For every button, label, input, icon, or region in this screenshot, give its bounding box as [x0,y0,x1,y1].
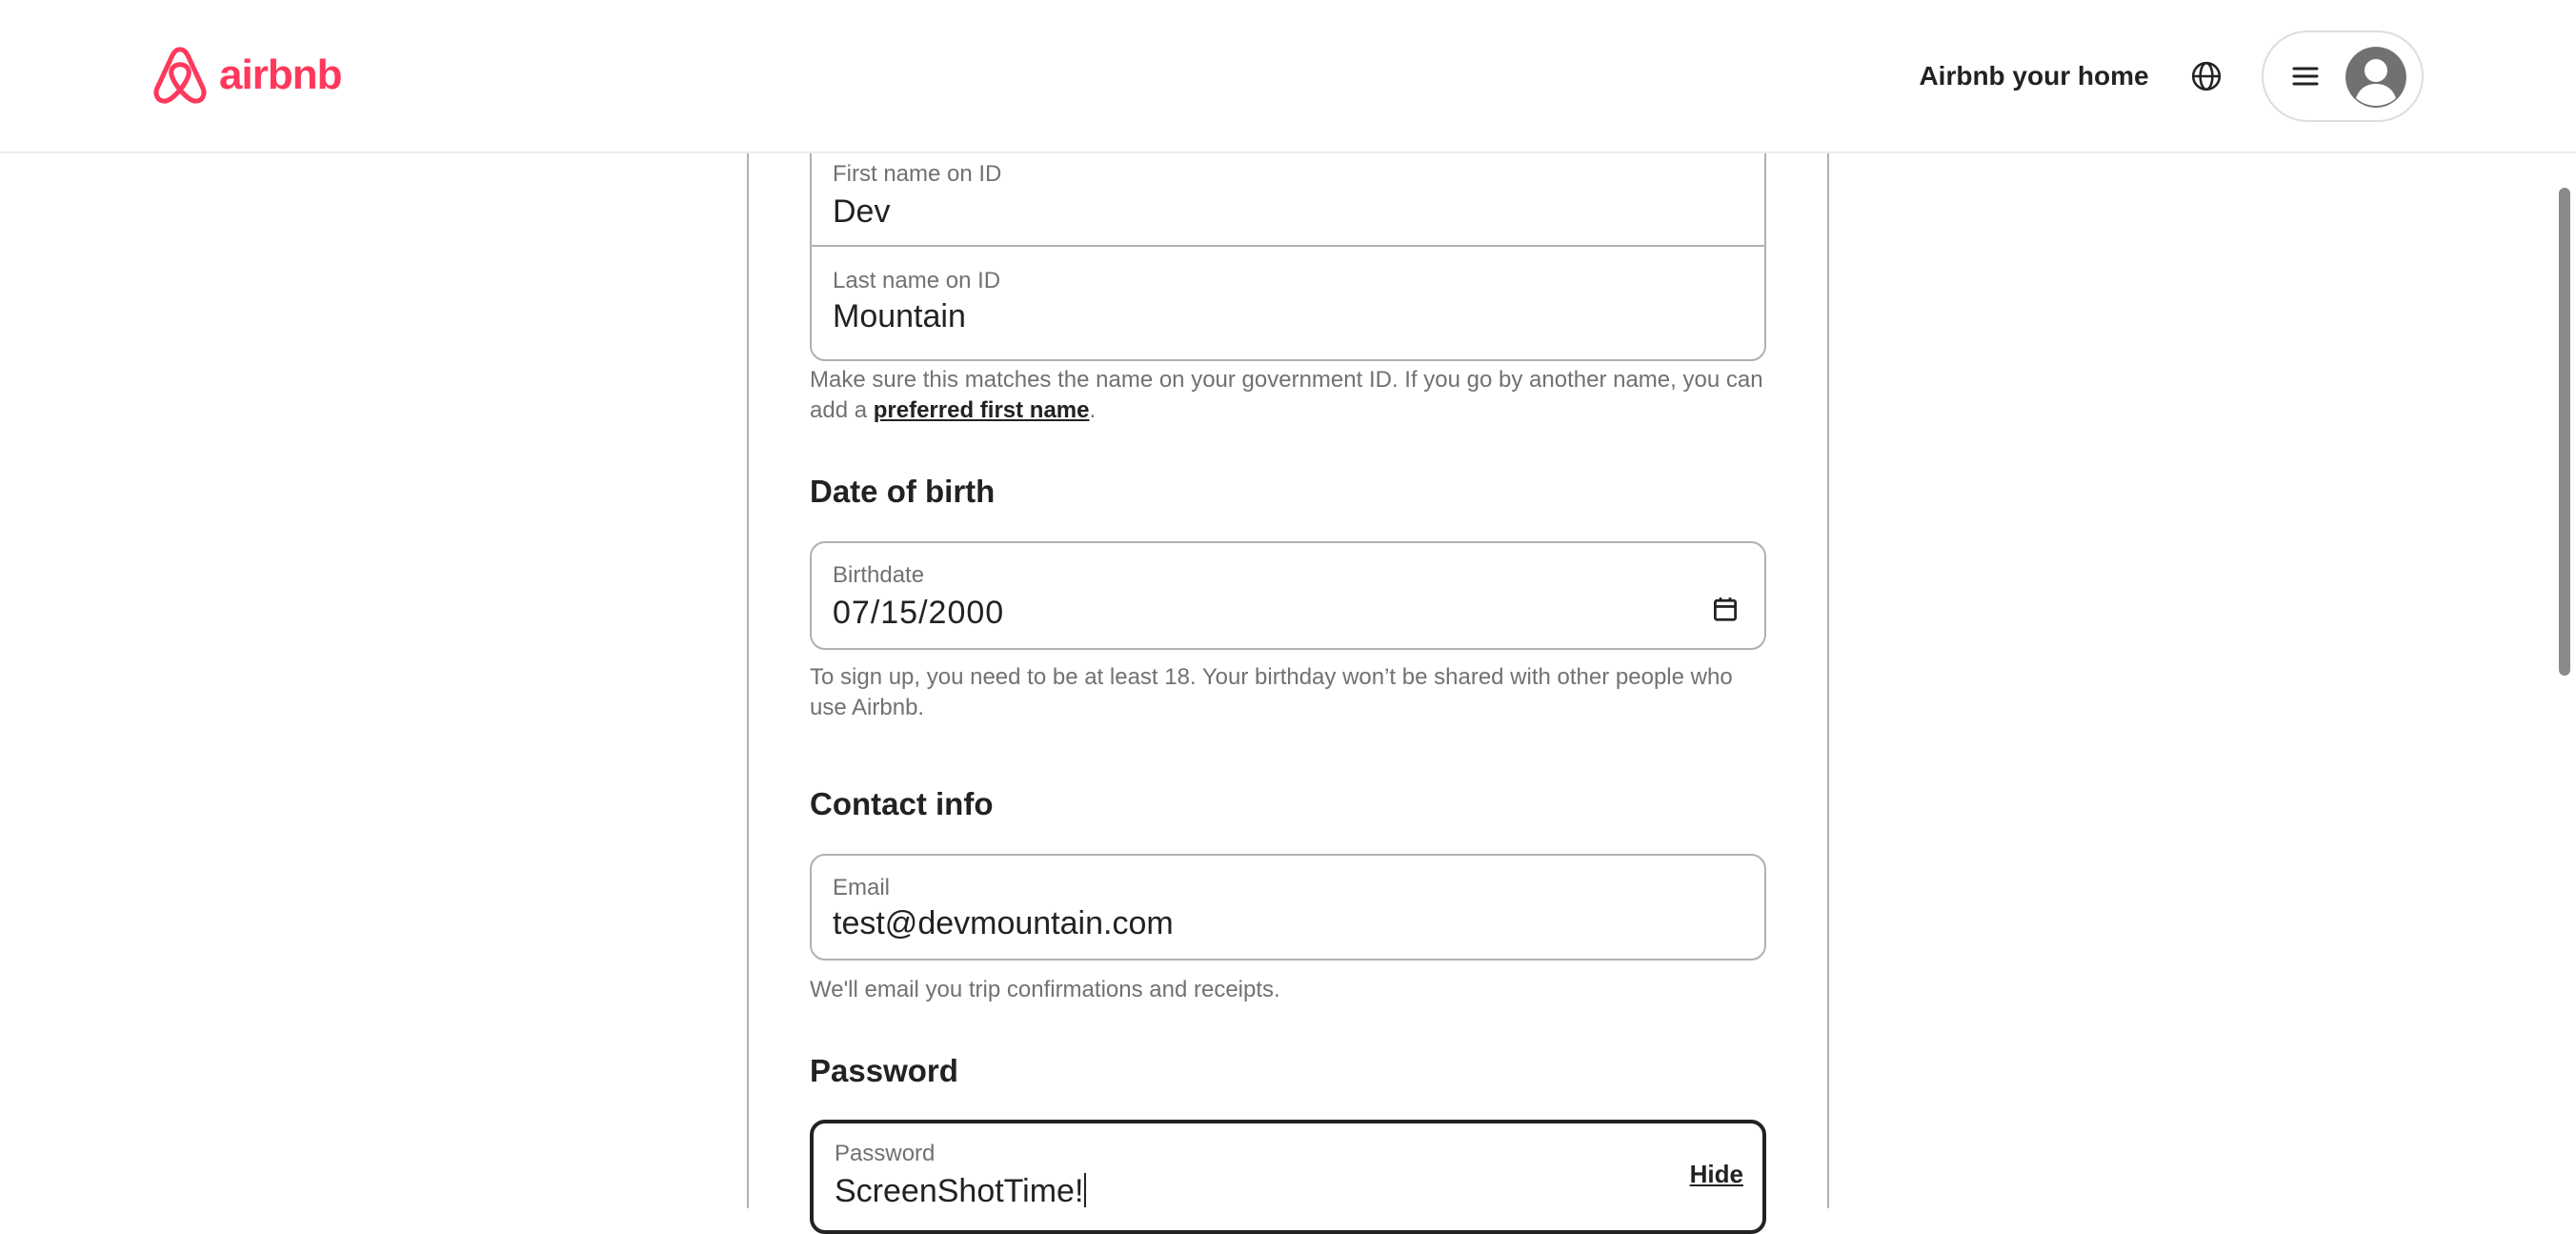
email-label: Email [833,875,891,900]
email-field[interactable]: Email test@devmountain.com [810,854,1766,961]
language-button[interactable] [2184,53,2229,99]
password-field[interactable]: Password ScreenShotTime! Hide [810,1120,1766,1234]
last-name-label: Last name on ID [833,268,1001,293]
birthdate-helper-text: To sign up, you need to be at least 18. … [810,664,1733,720]
top-header: airbnb Airbnb your home [0,0,2576,153]
name-helper-text: Make sure this matches the name on your … [810,365,1766,426]
airbnb-your-home-link[interactable]: Airbnb your home [1905,53,2163,99]
calendar-icon[interactable] [1711,595,1740,623]
name-helper-text-end: . [1089,397,1097,423]
birthdate-label: Birthdate [833,562,925,588]
hamburger-menu-icon [2290,61,2321,91]
globe-icon [2190,60,2223,92]
email-helper-text: We'll email you trip confirmations and r… [810,977,1280,1002]
preferred-first-name-link[interactable]: preferred first name [874,397,1090,423]
first-name-label: First name on ID [833,161,1002,187]
last-name-field[interactable]: Last name on ID Mountain [812,247,1764,359]
email-input[interactable]: test@devmountain.com [833,907,1174,940]
user-menu-button[interactable] [2262,30,2424,122]
birthdate-field[interactable]: Birthdate 07/15/2000 [810,541,1766,650]
page-scrollbar[interactable] [2553,153,2576,1208]
last-name-input[interactable]: Mountain [833,300,966,333]
password-input[interactable]: ScreenShotTime! [835,1173,1087,1209]
first-name-field[interactable]: First name on ID Dev [812,146,1764,245]
airbnb-logo-icon [151,44,210,107]
date-of-birth-heading: Date of birth [810,474,996,509]
text-caret [1084,1173,1087,1207]
airbnb-logo[interactable]: airbnb [151,44,342,107]
contact-info-heading: Contact info [810,786,994,821]
user-avatar-icon [2345,47,2406,108]
password-label: Password [835,1141,936,1166]
hide-password-button[interactable]: Hide [1690,1160,1743,1189]
birthdate-input[interactable]: 07/15/2000 [833,597,1004,629]
name-inputs-group: First name on ID Dev Last name on ID Mou… [810,144,1766,361]
scrollbar-thumb[interactable] [2559,188,2570,676]
first-name-input[interactable]: Dev [833,195,890,228]
password-heading: Password [810,1053,958,1088]
brand-wordmark: airbnb [219,51,342,98]
password-value: ScreenShotTime! [835,1173,1084,1209]
